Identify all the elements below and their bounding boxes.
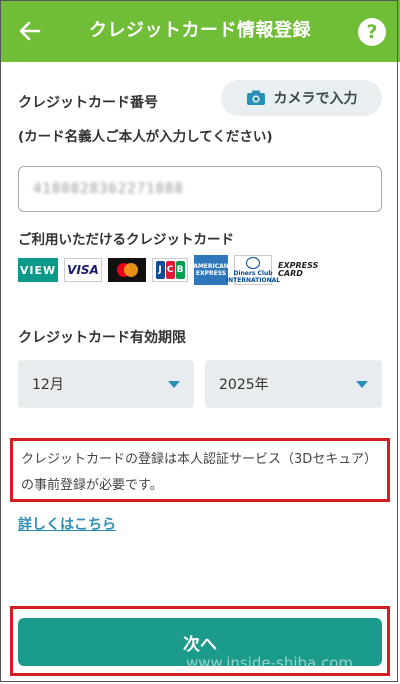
diners-club-logo: Diners Club INTERNATIONAL (226, 255, 280, 285)
visa-logo: VISA (64, 258, 102, 282)
amex-logo: AMERICAN EXPRESS (193, 255, 229, 285)
card-holder-note: (カード名義人ご本人が入力してください) (18, 129, 273, 145)
chevron-down-icon (356, 380, 368, 388)
camera-input-button[interactable]: カメラで入力 (221, 80, 382, 116)
app-header: クレジットカード情報登録 ? (0, 0, 400, 62)
expiry-label: クレジットカード有効期限 (18, 330, 186, 346)
chevron-down-icon (168, 380, 180, 388)
view-card-logo: VIEW (18, 258, 58, 282)
expiry-year-value: 2025年 (219, 377, 269, 393)
3d-secure-notice: クレジットカードの登録は本人認証サービス（3Dセキュア）の事前登録が必要です。 (10, 438, 390, 502)
card-brand-logos: VIEW VISA JCB AMERICAN EXPRESS Diners Cl… (18, 254, 322, 286)
camera-input-label: カメラで入力 (273, 91, 358, 107)
expiry-year-select[interactable]: 2025年 (205, 360, 382, 408)
express-card-logo: EXPRESS CARD (278, 261, 319, 278)
card-number-value: 4180828362271888 (33, 181, 184, 197)
card-number-label: クレジットカード番号 (18, 95, 158, 111)
accepted-cards-label: ご利用いただけるクレジットカード (18, 232, 234, 248)
mastercard-logo (108, 258, 146, 282)
page-title: クレジットカード情報登録 (89, 20, 311, 41)
details-link[interactable]: 詳しくはこちら (18, 514, 116, 534)
card-number-input[interactable]: 4180828362271888 (18, 166, 382, 212)
watermark: www.inside-shiba.com (186, 654, 354, 672)
camera-icon (246, 90, 265, 105)
jcb-logo: JCB (152, 258, 188, 282)
expiry-month-select[interactable]: 12月 (18, 360, 194, 408)
expiry-month-value: 12月 (32, 377, 64, 393)
diners-club-text: Diners Club INTERNATIONAL (225, 269, 281, 284)
help-button[interactable]: ? (358, 18, 386, 46)
